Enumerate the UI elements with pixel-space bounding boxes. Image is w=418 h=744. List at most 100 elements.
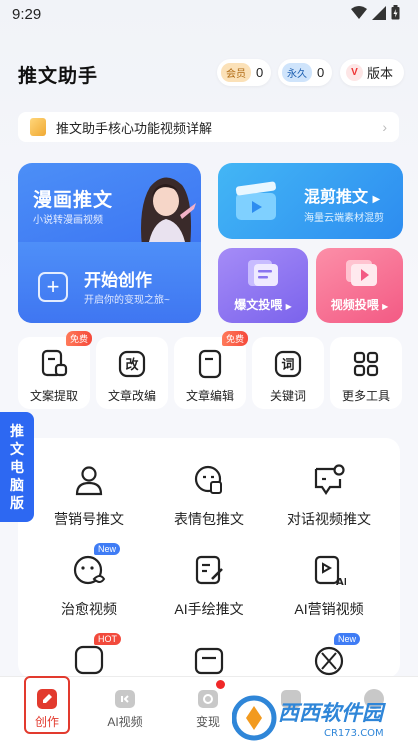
keyword-glyph: 词: [281, 358, 294, 373]
feature-dialogue[interactable]: 对话视频推文: [266, 463, 392, 553]
tool-label: 更多工具: [341, 389, 390, 403]
tool-label: 文案提取: [29, 389, 78, 403]
version-icon: V: [346, 64, 363, 81]
mix-cut-subtitle: 海量云端素材混剪: [304, 213, 384, 224]
article-stack-icon: [248, 260, 278, 286]
side-tab-char: 推: [10, 423, 24, 439]
watermark-domain: CR173.COM: [324, 728, 384, 739]
feature-marketing[interactable]: 营销号推文: [26, 463, 152, 553]
tool-copy-extract[interactable]: 文案提取 免费: [18, 331, 92, 409]
message-box-icon: [194, 647, 224, 675]
play-arrow-icon: ▶: [382, 302, 389, 311]
side-tab-char: 脑: [10, 477, 24, 493]
hot-badge: HOT: [94, 633, 121, 645]
book-icon: [30, 118, 46, 136]
play-arrow-icon: ▶: [372, 194, 381, 205]
person-icon: [75, 466, 103, 496]
side-tab-char: 电: [10, 459, 24, 475]
feature-panel: 营销号推文 表情包推文 对话视频推文 治愈视频 New AI手绘推文 AI AI…: [18, 438, 400, 678]
mix-cut-title-text: 混剪推文: [304, 189, 369, 206]
new-badge: New: [334, 633, 361, 645]
banner-text: 推文助手核心功能视频详解: [56, 120, 213, 136]
feature-ai-draw[interactable]: AI手绘推文: [146, 553, 272, 643]
feature-label: 对话视频推文: [287, 511, 371, 527]
plus-icon: +: [38, 272, 68, 302]
new-badge: New: [94, 543, 121, 555]
status-time: 9:29: [12, 6, 42, 23]
wifi-icon: [351, 5, 367, 19]
ai-draw-icon: [195, 555, 223, 585]
watermark-logo: 西西软件园 CR173.COM: [232, 695, 386, 741]
comic-card-title: 漫画推文: [33, 190, 114, 211]
ai-video-icon: AI: [314, 555, 346, 587]
watermark-brand: 西西软件园: [278, 701, 386, 725]
feature-label: 治愈视频: [61, 601, 117, 617]
member-pill[interactable]: 会员 0: [217, 59, 272, 86]
feature-label: AI手绘推文: [174, 601, 244, 617]
battery-icon: [391, 5, 400, 20]
start-card-subtitle: 开启你的变现之旅~: [84, 295, 170, 306]
video-play-icon: [346, 260, 377, 286]
free-badge: 免费: [221, 331, 248, 346]
clapperboard-icon: [235, 181, 276, 220]
video-feed-label: 视频投喂 ▶: [316, 296, 403, 313]
feature-label: 营销号推文: [54, 511, 124, 527]
ai-video-nav-icon: [115, 690, 135, 708]
tool-article-edit[interactable]: 文章编辑 免费: [174, 331, 248, 409]
version-label: 版本: [367, 66, 394, 81]
aperture-icon: [314, 646, 344, 676]
monetize-icon: [198, 690, 218, 708]
forever-pill[interactable]: 永久 0: [278, 59, 333, 86]
side-tab-char: 版: [10, 495, 24, 511]
start-creating-button[interactable]: + 开始创作 开启你的变现之旅~: [18, 242, 201, 323]
play-arrow-icon: ▶: [285, 302, 292, 311]
grid-icon: [353, 351, 379, 377]
rewrite-icon: 改: [118, 350, 146, 378]
tool-more[interactable]: 更多工具: [330, 337, 402, 409]
anime-girl-illustration: [141, 177, 196, 247]
tool-label: 关键词: [269, 389, 306, 403]
forever-tag: 永久: [282, 63, 312, 82]
video-feed-card[interactable]: 视频投喂 ▶: [316, 248, 403, 323]
nav-ai-video[interactable]: AI视频: [90, 677, 160, 744]
hot-article-feed-card[interactable]: 爆文投喂 ▶: [218, 248, 308, 323]
feature-label: 表情包推文: [174, 511, 244, 527]
signal-icon: [372, 5, 386, 20]
status-icons: [351, 5, 400, 20]
start-card-title: 开始创作: [84, 271, 152, 290]
feature-sticker[interactable]: 表情包推文: [146, 463, 272, 553]
comic-card-subtitle: 小说转漫画视频: [33, 215, 103, 226]
desktop-version-tab[interactable]: 推 文 电 脑 版: [0, 412, 34, 522]
hot-article-label-text: 爆文投喂: [234, 298, 283, 312]
tool-label: 文章编辑: [185, 389, 234, 403]
keyword-icon: 词: [274, 350, 302, 378]
mix-cut-card[interactable]: 混剪推文 ▶ 海量云端素材混剪: [218, 163, 403, 239]
chat-icon: [314, 464, 345, 495]
app-title: 推文助手: [18, 66, 99, 87]
doc-extract-icon: [41, 349, 68, 377]
doc-edit-icon: [198, 349, 222, 379]
nav-create-highlight: [24, 676, 70, 734]
tutorial-banner[interactable]: 推文助手核心功能视频详解 ›: [18, 112, 399, 142]
tool-article-rewrite[interactable]: 改 文章改编: [96, 337, 168, 409]
rewrite-glyph: 改: [125, 357, 139, 373]
mix-cut-title: 混剪推文 ▶: [304, 183, 380, 207]
video-feed-label-text: 视频投喂: [330, 298, 379, 312]
tool-keyword[interactable]: 词 关键词: [252, 337, 324, 409]
nav-label: AI视频: [107, 715, 143, 729]
feature-label: AI营销视频: [294, 601, 364, 617]
member-count: 0: [256, 65, 264, 80]
tool-label: 文章改编: [107, 389, 156, 403]
forever-count: 0: [317, 65, 325, 80]
feature-ai-marketing[interactable]: AI AI营销视频: [266, 553, 392, 643]
side-tab-char: 文: [10, 441, 24, 457]
sticker-icon: [194, 465, 222, 494]
version-button[interactable]: V 版本: [340, 59, 404, 86]
hot-article-label: 爆文投喂 ▶: [218, 296, 308, 313]
member-tag: 会员: [221, 63, 251, 82]
ai-face-icon: [74, 645, 104, 675]
ai-video-icon-text: AI: [336, 577, 346, 587]
feature-healing[interactable]: 治愈视频 New: [26, 543, 152, 643]
notification-dot: [216, 680, 225, 689]
chevron-right-icon: ›: [382, 119, 387, 135]
